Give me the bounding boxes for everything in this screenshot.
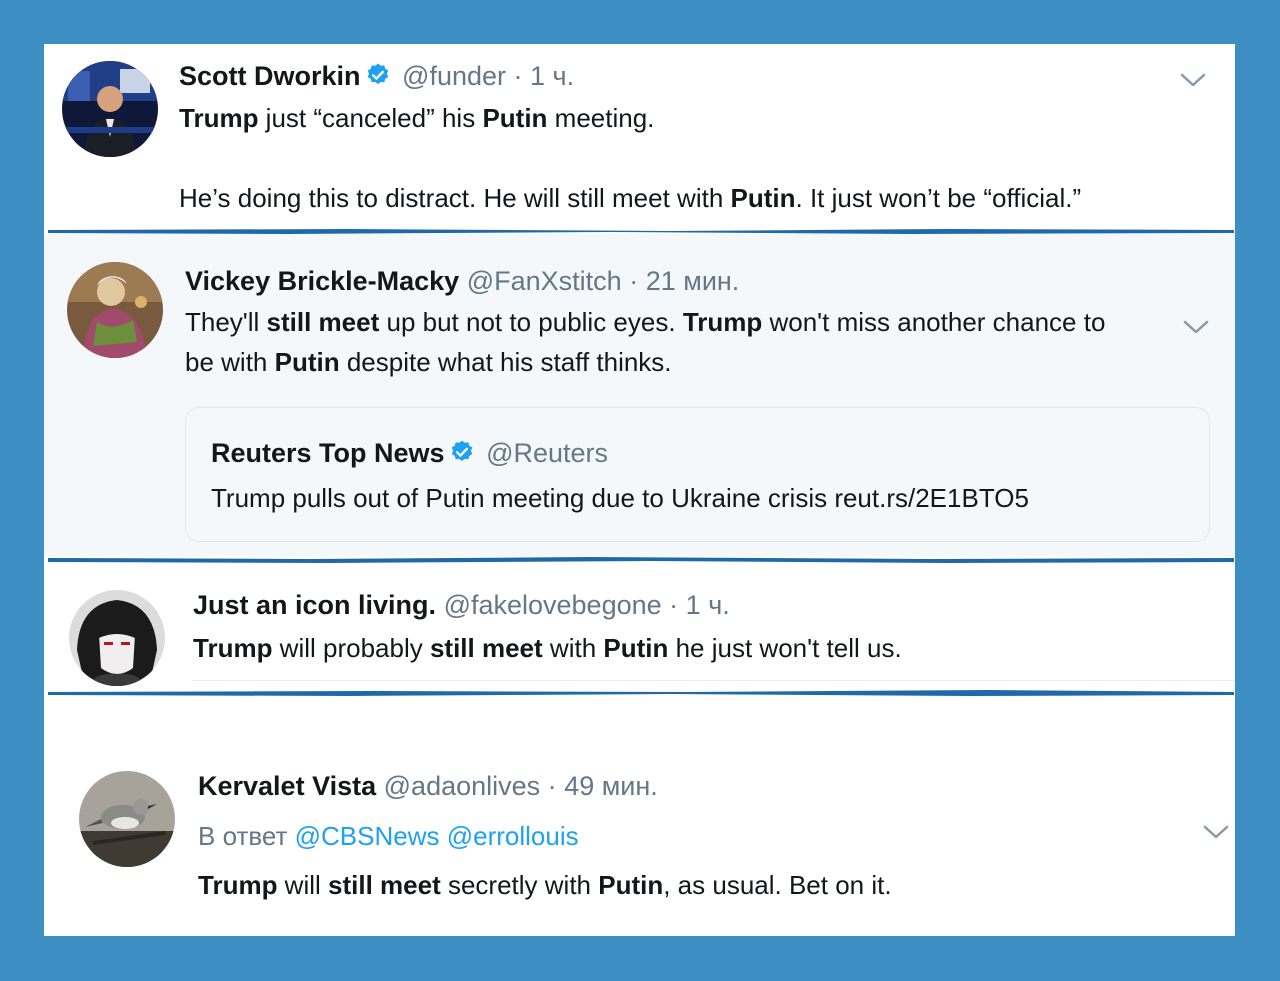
tweet-text-line: Trump will probably still meet with Puti… — [193, 628, 902, 668]
bold-keyword: Putin — [274, 347, 340, 377]
text-segment: with — [542, 633, 604, 663]
mention-link[interactable]: @CBSNews — [295, 821, 440, 851]
reply-label: В ответ — [198, 821, 288, 851]
text-segment: will probably — [272, 633, 430, 663]
display-name[interactable]: Just an icon living. — [193, 590, 436, 620]
text-segment: They'll — [185, 307, 267, 337]
avatar[interactable] — [67, 262, 163, 358]
reply-to-line: В ответ @CBSNews @errollouis — [198, 816, 579, 856]
separator-line — [48, 690, 1234, 696]
text-segment: meeting. — [547, 103, 655, 133]
chevron-down-icon[interactable] — [1180, 72, 1206, 88]
mention-link[interactable]: @errollouis — [447, 821, 579, 851]
avatar-image — [62, 61, 158, 157]
verified-badge-icon — [365, 62, 391, 96]
bold-keyword: Putin — [730, 183, 796, 213]
timestamp[interactable]: 1 ч. — [530, 61, 574, 91]
tweet-text-line: He’s doing this to distract. He will sti… — [179, 178, 1081, 218]
bold-keyword: Trump — [193, 633, 273, 663]
avatar-image — [67, 262, 163, 358]
tweet-header: Scott Dworkin @funder · 1 ч. — [179, 59, 574, 96]
display-name[interactable]: Scott Dworkin — [179, 61, 361, 91]
bold-keyword: still meet — [328, 870, 441, 900]
text-segment: he just won't tell us. — [668, 633, 902, 663]
display-name[interactable]: Vickey Brickle-Macky — [185, 266, 459, 296]
text-segment: despite what his staff thinks. — [339, 347, 672, 377]
bold-keyword: Trump — [198, 870, 278, 900]
bold-keyword: still meet — [266, 307, 380, 337]
separator-dot: · — [547, 771, 557, 801]
quoted-user-handle: @Reuters — [486, 438, 609, 468]
separator-dot: · — [669, 590, 679, 620]
bold-keyword: Trump — [179, 103, 259, 133]
bold-keyword: still meet — [429, 633, 543, 663]
avatar-image — [79, 771, 175, 867]
divider — [193, 680, 1235, 681]
text-segment: up but not to public eyes. — [379, 307, 683, 337]
bold-keyword: Putin — [482, 103, 548, 133]
chevron-down-icon[interactable] — [1183, 319, 1209, 335]
text-segment: will — [277, 870, 329, 900]
user-handle[interactable]: @adaonlives — [384, 771, 541, 801]
quoted-tweet-card[interactable]: Reuters Top News @Reuters Trump pulls ou… — [185, 407, 1210, 542]
quoted-display-name: Reuters Top News — [211, 438, 445, 468]
text-segment: secretly with — [440, 870, 599, 900]
tweet-text-line: Trump just “canceled” his Putin meeting. — [179, 98, 654, 138]
avatar[interactable] — [79, 771, 175, 867]
verified-badge-icon — [449, 439, 475, 473]
display-name[interactable]: Kervalet Vista — [198, 771, 376, 801]
text-segment: be with — [185, 347, 275, 377]
text-segment: won't miss another chance to — [762, 307, 1106, 337]
tweet-text-line: be with Putin despite what his staff thi… — [185, 342, 672, 382]
timestamp[interactable]: 21 мин. — [646, 266, 740, 296]
tweet-header: Just an icon living. @fakelovebegone · 1… — [193, 588, 730, 622]
separator-dot: · — [513, 61, 523, 91]
tweet-vickey-brickle-macky[interactable]: Vickey Brickle-Macky @FanXstitch · 21 ми… — [44, 234, 1235, 556]
bold-keyword: Putin — [598, 870, 664, 900]
avatar-image — [69, 590, 165, 686]
user-handle[interactable]: @FanXstitch — [467, 266, 622, 296]
tweet-kervalet-vista[interactable]: Kervalet Vista @adaonlives · 49 мин. В о… — [44, 744, 1235, 936]
separator-line — [48, 229, 1234, 234]
text-segment: just “canceled” his — [258, 103, 483, 133]
bold-keyword: Putin — [603, 633, 669, 663]
avatar[interactable] — [62, 61, 158, 157]
text-segment: He’s doing this to distract. He will sti… — [179, 183, 731, 213]
tweet-just-an-icon-living[interactable]: Just an icon living. @fakelovebegone · 1… — [44, 567, 1235, 690]
avatar[interactable] — [69, 590, 165, 686]
tweet-text-line: Trump will still meet secretly with Puti… — [198, 865, 892, 905]
separator-dot: · — [629, 266, 639, 296]
chevron-down-icon[interactable] — [1203, 824, 1229, 840]
user-handle[interactable]: @fakelovebegone — [444, 590, 662, 620]
text-segment: . It just won’t be “official.” — [795, 183, 1082, 213]
user-handle[interactable]: @funder — [402, 61, 506, 91]
bold-keyword: Trump — [682, 307, 763, 337]
quoted-tweet-header: Reuters Top News @Reuters — [211, 436, 608, 473]
separator-line — [48, 557, 1234, 563]
text-segment: , as usual. Bet on it. — [663, 870, 892, 900]
tweet-header: Vickey Brickle-Macky @FanXstitch · 21 ми… — [185, 264, 739, 298]
timestamp[interactable]: 49 мин. — [564, 771, 658, 801]
quoted-tweet-text: Trump pulls out of Putin meeting due to … — [211, 483, 1029, 513]
tweet-header: Kervalet Vista @adaonlives · 49 мин. — [198, 769, 658, 803]
tweet-text-line: They'll still meet up but not to public … — [185, 302, 1105, 342]
screenshot-collage: Scott Dworkin @funder · 1 ч. Trump just … — [44, 44, 1235, 936]
tweet-scott-dworkin[interactable]: Scott Dworkin @funder · 1 ч. Trump just … — [44, 44, 1235, 230]
timestamp[interactable]: 1 ч. — [686, 590, 730, 620]
